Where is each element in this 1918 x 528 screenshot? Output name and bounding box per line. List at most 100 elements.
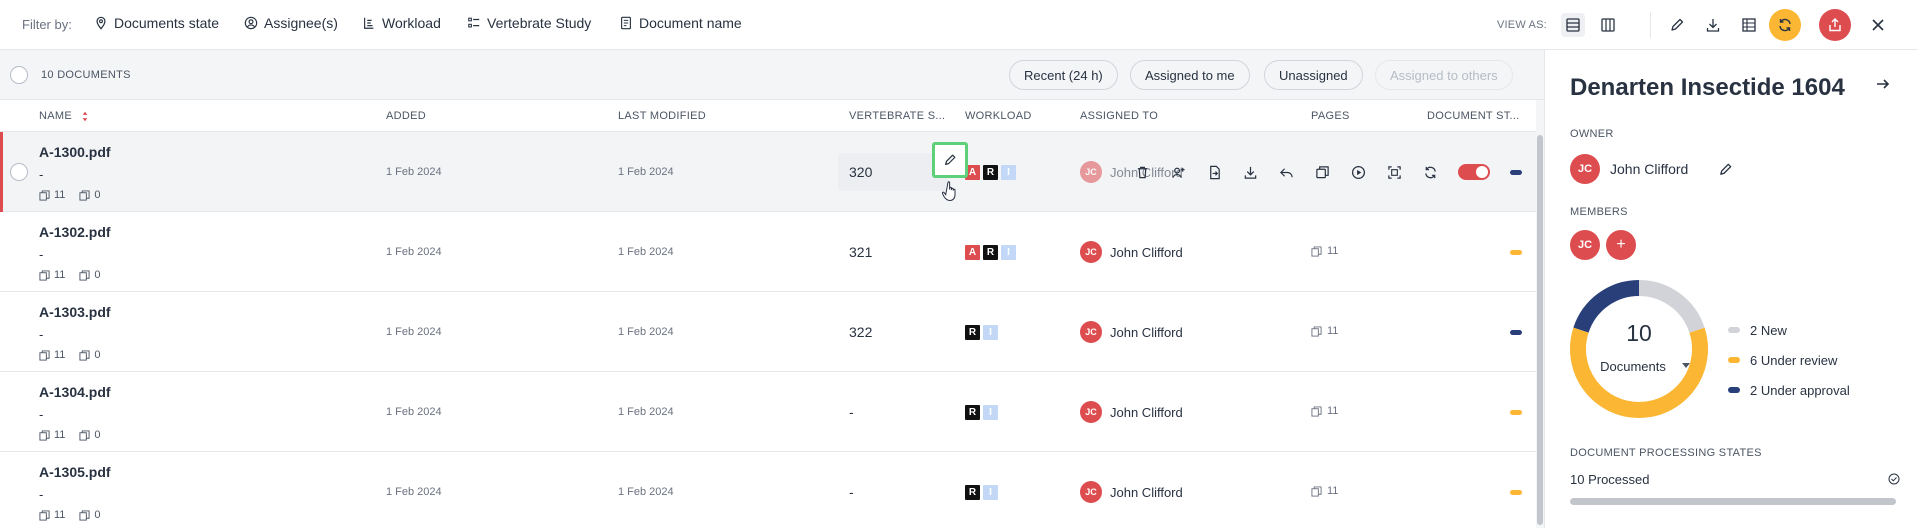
- reanalyse-button[interactable]: [1769, 9, 1801, 41]
- dossier-title: Denarten Insectide 1604: [1570, 74, 1845, 101]
- legend-new[interactable]: 2 New: [1728, 315, 1850, 345]
- delete-button[interactable]: [1124, 160, 1160, 184]
- modified-date: 1 Feb 2024: [618, 166, 674, 178]
- added-date: 1 Feb 2024: [386, 326, 442, 338]
- table-row[interactable]: A-1303.pdf - 11 0 1 Feb 2024 1 Feb 2024 …: [0, 292, 1536, 372]
- close-icon: [1872, 19, 1884, 31]
- col-added[interactable]: ADDED: [386, 110, 426, 122]
- document-state-indicator: [1510, 330, 1522, 335]
- owner-label: OWNER: [1570, 128, 1614, 140]
- chip-assigned-to-me[interactable]: Assigned to me: [1130, 60, 1250, 90]
- assignee[interactable]: JC John Clifford: [1080, 241, 1183, 263]
- col-name[interactable]: NAME: [39, 110, 89, 122]
- enable-toggle[interactable]: [1458, 164, 1490, 180]
- processing-states-label: DOCUMENT PROCESSING STATES: [1570, 447, 1762, 459]
- col-assigned-to[interactable]: ASSIGNED TO: [1080, 110, 1158, 122]
- vertebrate-study-value[interactable]: 322: [849, 324, 872, 340]
- close-button[interactable]: [1866, 13, 1890, 37]
- vertebrate-study-value[interactable]: 321: [849, 244, 872, 260]
- file-name[interactable]: A-1304.pdf: [39, 384, 111, 400]
- undo-icon: [1279, 167, 1293, 177]
- select-all-checkbox[interactable]: [10, 66, 28, 84]
- edit-vertebrate-button[interactable]: [932, 142, 968, 178]
- annotations-icon: [79, 189, 90, 201]
- download-icon: [1244, 166, 1256, 179]
- reprocess-button[interactable]: [1412, 160, 1448, 184]
- add-member-button[interactable]: +: [1606, 230, 1636, 260]
- list-view-button[interactable]: [1561, 13, 1585, 37]
- reply-button[interactable]: [1268, 160, 1304, 184]
- added-date: 1 Feb 2024: [386, 406, 442, 418]
- duplicate-button[interactable]: [1304, 160, 1340, 184]
- open-file-button[interactable]: [1196, 160, 1232, 184]
- processed-count: 10 Processed: [1570, 472, 1650, 487]
- table-row[interactable]: A-1300.pdf - 11 0 1 Feb 2024 1 Feb 2024 …: [0, 132, 1536, 212]
- col-vertebrate-study[interactable]: VERTEBRATE S...: [849, 110, 945, 122]
- scan-icon: [1387, 165, 1401, 179]
- play-button[interactable]: [1340, 160, 1376, 184]
- table-row[interactable]: A-1304.pdf - 11 0 1 Feb 2024 1 Feb 2024 …: [0, 372, 1536, 452]
- assignee[interactable]: JC John Clifford: [1080, 321, 1183, 343]
- file-name[interactable]: A-1303.pdf: [39, 304, 111, 320]
- chip-assigned-to-others[interactable]: Assigned to others: [1375, 60, 1513, 90]
- row-checkbox[interactable]: [10, 163, 28, 181]
- filter-document-name-label: Document name: [639, 15, 742, 31]
- file-name[interactable]: A-1300.pdf: [39, 144, 111, 160]
- col-document-state[interactable]: DOCUMENT ST...: [1427, 110, 1520, 122]
- file-subtitle: -: [39, 407, 44, 422]
- list-scrollbar[interactable]: [1536, 100, 1544, 528]
- filter-label: Filter by:: [22, 17, 72, 32]
- workload-badges: A R I: [965, 245, 1016, 260]
- scrollbar-thumb[interactable]: [1537, 135, 1543, 525]
- pencil-icon[interactable]: [1718, 162, 1733, 177]
- list-view-icon: [1566, 18, 1580, 32]
- filter-documents-state[interactable]: Documents state: [94, 15, 219, 31]
- edit-button[interactable]: [1665, 13, 1689, 37]
- donut-legend: 2 New 6 Under review 2 Under approval: [1728, 315, 1850, 405]
- col-pages[interactable]: PAGES: [1311, 110, 1350, 122]
- details-panel: Denarten Insectide 1604 OWNER JC John Cl…: [1544, 50, 1918, 528]
- vertebrate-study-value[interactable]: -: [849, 404, 854, 420]
- annotations-icon: [79, 349, 90, 361]
- workload-i: I: [983, 325, 998, 340]
- page-count: 11: [1311, 405, 1338, 417]
- export-button[interactable]: [1819, 9, 1851, 41]
- table-button[interactable]: [1737, 13, 1761, 37]
- col-last-modified[interactable]: LAST MODIFIED: [618, 110, 706, 122]
- file-name[interactable]: A-1302.pdf: [39, 224, 111, 240]
- assignee[interactable]: JC John Clifford: [1080, 401, 1183, 423]
- legend-under-approval[interactable]: 2 Under approval: [1728, 375, 1850, 405]
- chip-recent[interactable]: Recent (24 h): [1009, 60, 1118, 90]
- table-row[interactable]: A-1302.pdf - 11 0 1 Feb 2024 1 Feb 2024 …: [0, 212, 1536, 292]
- added-date: 1 Feb 2024: [386, 486, 442, 498]
- vertebrate-study-value[interactable]: -: [849, 484, 854, 500]
- download-file-button[interactable]: [1232, 160, 1268, 184]
- processed-progress-bar: [1570, 498, 1896, 505]
- table-row[interactable]: A-1305.pdf - 11 0 1 Feb 2024 1 Feb 2024 …: [0, 452, 1536, 528]
- workload-i: I: [1001, 165, 1016, 180]
- col-workload[interactable]: WORKLOAD: [965, 110, 1032, 122]
- download-icon: [1706, 19, 1720, 32]
- refresh-icon: [1779, 18, 1791, 32]
- filter-document-name[interactable]: Document name: [619, 15, 742, 31]
- filter-documents-state-label: Documents state: [114, 15, 220, 31]
- assign-user-button[interactable]: [1160, 160, 1196, 184]
- modified-date: 1 Feb 2024: [618, 486, 674, 498]
- chip-unassigned[interactable]: Unassigned: [1264, 60, 1363, 90]
- sort-icon: [82, 111, 88, 121]
- file-name[interactable]: A-1305.pdf: [39, 464, 111, 480]
- filter-assignees[interactable]: Assignee(s): [244, 15, 338, 31]
- filter-workload[interactable]: Workload: [362, 15, 441, 31]
- column-view-button[interactable]: [1596, 13, 1620, 37]
- legend-under-review[interactable]: 6 Under review: [1728, 345, 1850, 375]
- download-button[interactable]: [1701, 13, 1725, 37]
- workload-badges: R I: [965, 405, 998, 420]
- ocr-button[interactable]: [1376, 160, 1412, 184]
- document-state-indicator: [1510, 250, 1522, 255]
- hand-cursor-icon: [942, 181, 956, 202]
- assignee[interactable]: JC John Clifford: [1080, 481, 1183, 503]
- filter-vertebrate-study[interactable]: Vertebrate Study: [467, 15, 591, 31]
- selection-indicator: [0, 132, 3, 212]
- list-header: 10 DOCUMENTS Recent (24 h) Assigned to m…: [0, 50, 1544, 100]
- arrow-right-icon[interactable]: [1875, 76, 1891, 92]
